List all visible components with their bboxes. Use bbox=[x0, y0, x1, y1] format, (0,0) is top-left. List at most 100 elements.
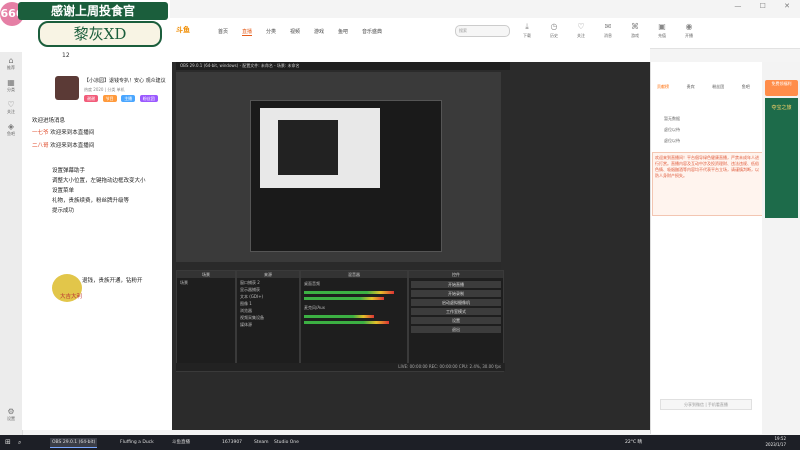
audio-meter bbox=[304, 291, 394, 294]
taskbar-item[interactable]: 1673907 bbox=[220, 438, 244, 447]
nav-item-home[interactable]: 首页 bbox=[218, 28, 228, 35]
chat-user: 二八哥 bbox=[32, 143, 49, 149]
room-stats: 热度 2020 | 分类 单机 bbox=[84, 87, 125, 92]
left-sidebar: ⌂ 推荐 ▦ 分类 ♡ 关注 ◈ 鱼吧 ⚙ 设置 bbox=[0, 52, 23, 435]
taskbar-item[interactable]: Fluffing a Duck bbox=[118, 438, 156, 447]
camera-icon: ◉ bbox=[685, 22, 693, 31]
dock-title: 混音器 bbox=[301, 271, 407, 278]
ad-banner[interactable]: 免费领福利 bbox=[765, 80, 798, 96]
virtual-camera-button[interactable]: 启动虚拟摄像机 bbox=[411, 299, 501, 306]
download-button[interactable]: ⤓ 下载 bbox=[515, 21, 539, 45]
right-panel-tabs: 贡献榜 贵宾 粉丝团 鱼吧 bbox=[650, 84, 762, 92]
rank-item: 虚位以待 bbox=[664, 127, 680, 132]
mixer-channel-label: 桌面音频 bbox=[304, 281, 320, 286]
sidebar-item-category[interactable]: ▦ 分类 bbox=[2, 78, 20, 93]
follow-list-button[interactable]: ♡ 关注 bbox=[569, 21, 593, 45]
streamer-name: 黎灰XD bbox=[38, 21, 162, 47]
source-item[interactable]: 图像 1 bbox=[240, 301, 252, 307]
windows-taskbar: ⊞ ⌕ OBS 29.0.1 (64-bit) Fluffing a Duck … bbox=[0, 435, 800, 450]
clock-date: 2023/1/17 bbox=[765, 442, 786, 447]
wallet-icon: ▣ bbox=[658, 22, 666, 31]
history-button[interactable]: ◷ 历史 bbox=[542, 21, 566, 45]
system-clock[interactable]: 19:52 2023/1/17 bbox=[765, 436, 786, 448]
tab-contribution[interactable]: 贡献榜 bbox=[650, 84, 676, 90]
search-input[interactable]: 搜索 bbox=[455, 25, 510, 37]
window-controls[interactable]: — ☐ ✕ bbox=[734, 2, 798, 10]
room-title: 【小凉园】退钱专扒！安心 观众建议 bbox=[84, 78, 166, 84]
dock-title: 来源 bbox=[237, 271, 299, 278]
chat-line: 设置菜单 bbox=[52, 188, 75, 194]
start-recording-button[interactable]: 开始录制 bbox=[411, 290, 501, 297]
go-live-button[interactable]: ◉ 开播 bbox=[677, 21, 701, 45]
taskbar-item[interactable]: OBS 29.0.1 (64-bit) bbox=[50, 438, 98, 448]
sidebar-item-fishbar[interactable]: ◈ 鱼吧 bbox=[2, 122, 20, 137]
dock-title: 控件 bbox=[409, 271, 503, 278]
obs-dock-controls: 控件 开始直播 开始录制 启动虚拟摄像机 工作室模式 设置 退出 bbox=[408, 270, 504, 372]
nav-item-music[interactable]: 音乐盛典 bbox=[362, 28, 382, 35]
tab-fans[interactable]: 粉丝团 bbox=[705, 84, 731, 90]
search-icon[interactable]: ⌕ bbox=[16, 438, 23, 447]
tab-vip[interactable]: 贵宾 bbox=[678, 84, 704, 90]
settings-button[interactable]: 设置 bbox=[411, 317, 501, 324]
fish-icon: ◈ bbox=[7, 122, 15, 131]
nav-item-video[interactable]: 视频 bbox=[290, 28, 300, 35]
ad-card[interactable]: 夺宝之旅 bbox=[765, 98, 798, 218]
chat-line: 退钱，贵族开通，钻粉开 bbox=[82, 278, 143, 284]
mixer-channel-label: 麦克风/Aux bbox=[304, 305, 325, 310]
room-tag[interactable]: 主播 bbox=[121, 95, 136, 102]
sidebar-item-recommend[interactable]: ⌂ 推荐 bbox=[2, 56, 20, 71]
chat-line: 大吉大利 bbox=[60, 294, 83, 300]
site-logo[interactable]: 斗鱼 bbox=[176, 25, 190, 35]
room-tag[interactable]: 节目 bbox=[102, 95, 117, 102]
obs-statusbar: LIVE: 00:00:00 REC: 00:00:00 CPU: 2.4%, … bbox=[176, 363, 505, 371]
rank-item: 虚位以待 bbox=[664, 138, 680, 143]
audio-meter bbox=[304, 315, 374, 318]
source-item[interactable]: 窗口捕获 2 bbox=[240, 280, 260, 286]
source-item[interactable]: 文本 (GDI+) bbox=[240, 294, 263, 300]
audio-meter bbox=[304, 297, 384, 300]
exit-button[interactable]: 退出 bbox=[411, 326, 501, 333]
nav-item-category[interactable]: 分类 bbox=[266, 28, 276, 35]
room-tag[interactable]: 粉丝团 bbox=[139, 95, 158, 102]
taskbar-item[interactable]: Studio One bbox=[272, 438, 301, 447]
message-button[interactable]: ✉ 消息 bbox=[596, 21, 620, 45]
taskbar-item[interactable]: Steam bbox=[252, 438, 271, 447]
obs-titlebar: OBS 29.0.1 (64-bit, windows) - 配置文件: 未命名… bbox=[176, 62, 510, 70]
source-item[interactable]: 显示器捕获 bbox=[240, 287, 260, 293]
top-navbar: 斗鱼 首页 直播 分类 视频 游戏 鱼吧 音乐盛典 搜索 ⤓ 下载 ◷ 历史 ♡ 关注… bbox=[170, 18, 800, 49]
taskbar-item[interactable]: 斗鱼直播 bbox=[170, 438, 192, 447]
chat-line: 欢迎进场消息 bbox=[32, 118, 66, 124]
room-tag[interactable]: 谢谢 bbox=[84, 95, 98, 102]
history-icon: ◷ bbox=[550, 22, 558, 31]
chat-user: 一七爷 bbox=[32, 130, 49, 136]
start-streaming-button[interactable]: 开始直播 bbox=[411, 281, 501, 288]
audio-meter bbox=[304, 321, 389, 324]
sidebar-item-settings[interactable]: ⚙ 设置 bbox=[2, 407, 20, 422]
panel-footer[interactable]: 分享到微信 | 手机看直播 bbox=[660, 399, 752, 410]
room-count: 12 bbox=[62, 52, 70, 59]
source-item[interactable]: 媒体源 bbox=[240, 322, 252, 328]
nav-item-live[interactable]: 直播 bbox=[242, 28, 253, 36]
sidebar-item-follow[interactable]: ♡ 关注 bbox=[2, 100, 20, 115]
games-button[interactable]: ⌘ 游戏 bbox=[623, 21, 647, 45]
windows-start-icon[interactable]: ⊞ bbox=[3, 438, 13, 447]
studio-mode-button[interactable]: 工作室模式 bbox=[411, 308, 501, 315]
nav-item-game[interactable]: 游戏 bbox=[314, 28, 324, 35]
banner-title: 感谢上周投食官 bbox=[18, 2, 168, 20]
heart-icon: ♡ bbox=[577, 22, 585, 31]
chat-line: 一七爷 欢迎来到本直播间 bbox=[32, 130, 95, 136]
source-item[interactable]: 视频采集设备 bbox=[240, 315, 264, 321]
scene-item[interactable]: 场景 bbox=[180, 280, 188, 286]
tab-fishbar[interactable]: 鱼吧 bbox=[733, 84, 759, 90]
source-item[interactable]: 浏览器 bbox=[240, 308, 252, 314]
chat-line: 提示成功 bbox=[52, 208, 75, 214]
nav-item-fishbar[interactable]: 鱼吧 bbox=[338, 28, 348, 35]
avatar[interactable] bbox=[55, 76, 79, 100]
chat-line: 设置弹幕助手 bbox=[52, 168, 86, 174]
weather-indicator[interactable]: 22°C 晴 bbox=[625, 438, 642, 447]
recharge-button[interactable]: ▣ 充值 bbox=[650, 21, 674, 45]
obs-dock-sources: 来源 窗口捕获 2 显示器捕获 文本 (GDI+) 图像 1 浏览器 视频采集设… bbox=[236, 270, 300, 372]
grid-icon: ▦ bbox=[7, 78, 15, 87]
rank-item: 暂无数据 bbox=[664, 116, 680, 121]
home-icon: ⌂ bbox=[8, 56, 14, 65]
